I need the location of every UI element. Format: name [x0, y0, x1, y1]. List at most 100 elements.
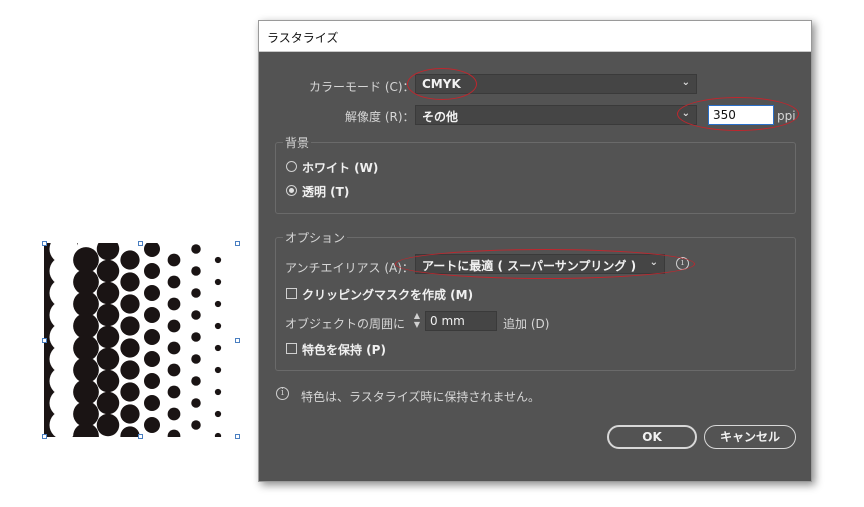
halftone-dot — [73, 357, 99, 383]
halftone-dot — [144, 307, 160, 323]
selection-handle-bm[interactable] — [138, 434, 143, 439]
halftone-dot — [120, 382, 140, 402]
halftone-dot — [120, 316, 140, 336]
radio-transparent[interactable] — [286, 185, 297, 196]
keep-spot-label[interactable]: 特色を保持 (P) — [302, 341, 386, 358]
halftone-dot — [144, 329, 160, 345]
halftone-dot — [96, 281, 120, 305]
halftone-dot — [214, 432, 222, 437]
background-group-title: 背景 — [283, 134, 312, 151]
halftone-dot — [96, 303, 120, 327]
halftone-dot — [167, 429, 181, 437]
halftone-dot — [167, 275, 181, 289]
dialog-titlebar[interactable]: ラスタライズ — [259, 21, 811, 52]
halftone-artwork[interactable] — [44, 243, 238, 437]
halftone-dot — [167, 253, 181, 267]
halftone-dot — [167, 297, 181, 311]
halftone-dot — [96, 347, 120, 371]
info-icon[interactable]: i — [676, 257, 689, 270]
halftone-dot — [214, 256, 222, 264]
halftone-dot — [144, 263, 160, 279]
halftone-dot — [73, 247, 99, 273]
halftone-dot — [191, 354, 201, 364]
halftone-dot — [191, 332, 201, 342]
keep-spot-checkbox[interactable] — [286, 343, 297, 354]
chevron-down-icon: ⌄ — [681, 77, 690, 88]
halftone-dot — [191, 266, 201, 276]
stepper-down-icon[interactable]: ▼ — [410, 320, 424, 329]
antialias-value: アートに最適 ( スーパーサンプリング ) — [422, 259, 637, 273]
halftone-dot — [144, 285, 160, 301]
rasterize-dialog: ラスタライズ カラーモード (C)： CMYK ⌄ 解像度 (R)： その他 ⌄… — [258, 20, 812, 482]
resolution-select[interactable]: その他 ⌄ — [415, 105, 697, 125]
halftone-dot — [73, 335, 99, 361]
halftone-dot — [144, 351, 160, 367]
halftone-dot — [120, 426, 140, 437]
radio-transparent-label[interactable]: 透明 (T) — [302, 183, 349, 200]
halftone-dot — [167, 319, 181, 333]
halftone-dot — [214, 278, 222, 286]
halftone-dot — [120, 294, 140, 314]
halftone-dot — [214, 322, 222, 330]
halftone-dot — [144, 395, 160, 411]
halftone-dot — [191, 310, 201, 320]
around-object-suffix: 追加 (D) — [503, 317, 550, 331]
ok-button[interactable]: OK — [607, 425, 697, 449]
halftone-dot — [73, 291, 99, 317]
selection-handle-tr[interactable] — [235, 241, 240, 246]
halftone-dot — [191, 420, 201, 430]
halftone-dot — [96, 369, 120, 393]
halftone-dot — [191, 288, 201, 298]
halftone-dot — [214, 410, 222, 418]
selection-handle-bl[interactable] — [42, 434, 47, 439]
cancel-button[interactable]: キャンセル — [704, 425, 796, 449]
halftone-dot — [96, 325, 120, 349]
halftone-dot — [167, 407, 181, 421]
resolution-label: 解像度 (R)： — [345, 110, 415, 124]
radio-white-label[interactable]: ホワイト (W) — [302, 159, 378, 176]
radio-white[interactable] — [286, 161, 297, 172]
halftone-dot — [120, 360, 140, 380]
halftone-dot — [73, 379, 99, 405]
selection-handle-br[interactable] — [235, 434, 240, 439]
halftone-dot — [144, 243, 160, 257]
halftone-dot — [214, 300, 222, 308]
clipping-mask-label[interactable]: クリッピングマスクを作成 (M) — [302, 286, 473, 303]
color-mode-value: CMYK — [422, 77, 461, 91]
selection-handle-mr[interactable] — [235, 338, 240, 343]
halftone-dot — [144, 417, 160, 433]
halftone-svg — [44, 243, 222, 437]
around-object-label: オブジェクトの周囲に — [285, 317, 406, 331]
antialias-label: アンチエイリアス (A)： — [285, 261, 414, 275]
halftone-dot — [167, 385, 181, 399]
selection-handle-tl[interactable] — [42, 241, 47, 246]
halftone-dot — [214, 366, 222, 374]
clipping-mask-checkbox[interactable] — [286, 288, 297, 299]
halftone-dot — [120, 404, 140, 424]
halftone-dot — [191, 398, 201, 408]
chevron-down-icon: ⌄ — [681, 108, 690, 119]
halftone-dot — [167, 363, 181, 377]
antialias-select[interactable]: アートに最適 ( スーパーサンプリング ) ⌄ — [415, 254, 665, 274]
stepper-up-icon[interactable]: ▲ — [410, 311, 424, 320]
halftone-dot — [96, 259, 120, 283]
stepper-arrows[interactable]: ▲ ▼ — [410, 311, 424, 331]
color-mode-select[interactable]: CMYK ⌄ — [415, 74, 697, 94]
halftone-dot — [214, 344, 222, 352]
options-group-title: オプション — [283, 229, 348, 246]
halftone-dot — [73, 313, 99, 339]
halftone-dot — [96, 391, 120, 415]
halftone-dot — [144, 373, 160, 389]
halftone-dot — [120, 338, 140, 358]
background-group — [275, 142, 796, 214]
halftone-dot — [73, 269, 99, 295]
halftone-dot — [96, 243, 120, 261]
info-message: 特色は、ラスタライズ時に保持されません。 — [301, 390, 541, 404]
chevron-down-icon: ⌄ — [649, 257, 658, 268]
ppi-input[interactable]: 350 — [708, 105, 774, 125]
around-object-input[interactable]: 0 mm — [425, 311, 497, 331]
selection-handle-ml[interactable] — [42, 338, 47, 343]
halftone-dot — [96, 413, 120, 437]
selection-handle-tm[interactable] — [138, 241, 143, 246]
halftone-dot — [214, 388, 222, 396]
